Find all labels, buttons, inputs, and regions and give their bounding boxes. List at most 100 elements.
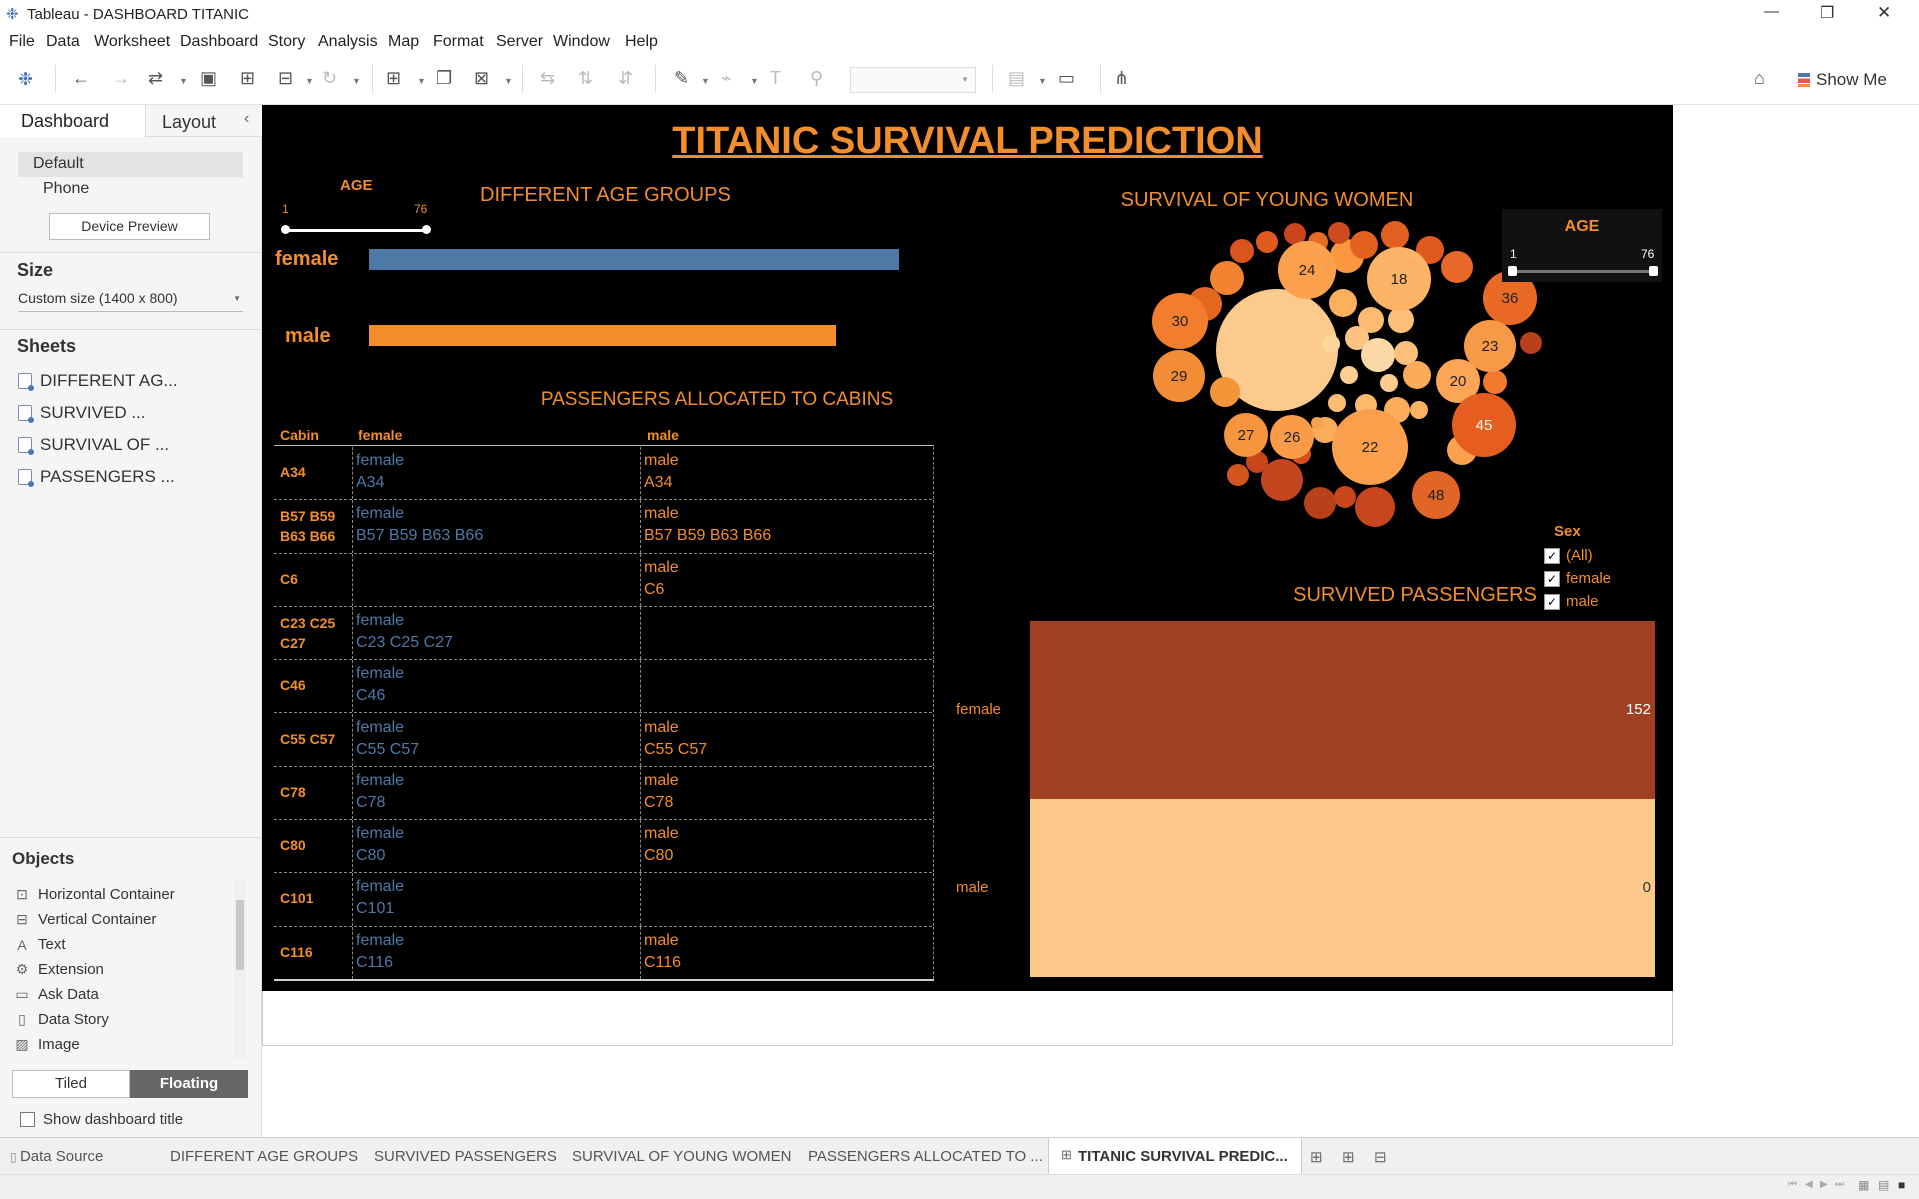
bubble[interactable] (1210, 377, 1240, 407)
cell-male[interactable]: male C55 C57 (644, 717, 707, 761)
survived-bar-female[interactable] (1030, 621, 1655, 799)
clear-dropdown-icon[interactable]: ▼ (504, 76, 513, 86)
new-dashboard-tab-icon[interactable]: ⊞ (1342, 1148, 1355, 1166)
pause-updates-icon[interactable]: ⊟ (278, 68, 293, 88)
survived-bar-male[interactable] (1030, 799, 1655, 977)
bubble[interactable] (1230, 239, 1254, 263)
bubble[interactable] (1410, 401, 1428, 419)
bubble[interactable] (1256, 231, 1278, 253)
sheet-item[interactable]: PASSENGERS ... (18, 467, 175, 487)
menu-help[interactable]: Help (625, 33, 658, 51)
menu-worksheet[interactable]: Worksheet (94, 33, 170, 51)
menu-window[interactable]: Window (553, 33, 610, 51)
highlight-dropdown-icon[interactable]: ▼ (701, 76, 710, 86)
clear-sheet-icon[interactable]: ⊠ (474, 68, 489, 88)
sort-descending-icon[interactable]: ⇵ (618, 68, 633, 88)
bubble[interactable] (1261, 459, 1303, 501)
age-slider-track[interactable] (285, 229, 426, 232)
next-page-icon[interactable]: ▶ (1820, 1179, 1828, 1190)
object-item[interactable]: A Text (14, 936, 65, 953)
bubble[interactable] (1350, 231, 1378, 259)
device-preview-button[interactable]: Device Preview (49, 213, 210, 240)
bubble[interactable] (1361, 338, 1395, 372)
floating-button[interactable]: Floating (130, 1070, 248, 1098)
menu-dashboard[interactable]: Dashboard (180, 33, 258, 51)
size-dropdown[interactable]: Custom size (1400 x 800) ▼ (18, 287, 243, 312)
object-item[interactable]: ⊡ Horizontal Container (14, 886, 175, 903)
group-dropdown-icon[interactable]: ▼ (750, 76, 759, 86)
duplicate-icon[interactable]: ❐ (436, 68, 452, 88)
bar-male[interactable] (369, 325, 837, 346)
bubble[interactable] (1328, 394, 1346, 412)
age-slider-min-handle[interactable] (281, 225, 290, 234)
grid-view-icon[interactable]: ▦ (1858, 1178, 1869, 1192)
bubble[interactable] (1329, 289, 1357, 317)
highlight-icon[interactable]: ✎ (674, 68, 689, 88)
show-cards-icon[interactable]: ▤ (1008, 68, 1025, 88)
objects-scrollbar[interactable] (234, 880, 246, 1060)
bar-female[interactable] (369, 249, 900, 270)
cell-male[interactable]: male C6 (644, 557, 679, 601)
bubble[interactable] (1340, 366, 1358, 384)
age-slider-max-handle[interactable] (1649, 266, 1658, 276)
cell-female[interactable]: female C116 (356, 930, 404, 974)
menu-story[interactable]: Story (268, 33, 305, 51)
filmstrip-view-icon[interactable]: ▤ (1878, 1178, 1889, 1192)
menu-server[interactable]: Server (496, 33, 543, 51)
object-item[interactable]: ⚙ Extension (14, 961, 104, 978)
object-item[interactable]: ▯ Data Story (14, 1011, 109, 1028)
refresh-dropdown-icon[interactable]: ▼ (352, 76, 361, 86)
show-me-button[interactable]: Show Me (1798, 67, 1887, 93)
bubble[interactable]: 29 (1153, 350, 1205, 402)
bubble[interactable] (1520, 332, 1542, 354)
cell-male[interactable]: male C80 (644, 823, 679, 867)
cell-female[interactable]: female A34 (356, 450, 404, 494)
tab-passengers-allocated[interactable]: PASSENGERS ALLOCATED TO ... (808, 1148, 1043, 1165)
tab-dashboard[interactable]: Dashboard (0, 105, 146, 137)
minimize-button[interactable]: — (1764, 3, 1779, 20)
cell-female[interactable]: female C80 (356, 823, 404, 867)
cell-male[interactable]: male C116 (644, 930, 681, 974)
cell-female[interactable]: female C23 C25 C27 (356, 610, 453, 654)
show-dashboard-title-checkbox[interactable]: Show dashboard title (20, 1111, 183, 1128)
menu-format[interactable]: Format (433, 33, 484, 51)
format-painter-icon[interactable]: ⌂ (1754, 68, 1765, 88)
show-cards-dropdown-icon[interactable]: ▼ (1038, 76, 1047, 86)
bubble[interactable] (1334, 486, 1356, 508)
redo-icon[interactable]: → (112, 68, 130, 88)
bubble[interactable]: 26 (1270, 415, 1314, 459)
cell-male[interactable]: male A34 (644, 450, 679, 494)
cell-male[interactable]: male C78 (644, 770, 679, 814)
bubble[interactable] (1328, 222, 1350, 244)
fit-dropdown[interactable]: ▼ (850, 67, 976, 93)
undo-icon[interactable]: ← (72, 68, 90, 88)
tiled-button[interactable]: Tiled (12, 1070, 130, 1098)
object-item[interactable]: ▨ Image (14, 1036, 79, 1053)
refresh-icon[interactable]: ↻ (322, 68, 337, 88)
new-data-source-icon[interactable]: ⊞ (240, 68, 255, 88)
collapse-panel-icon[interactable]: ‹ (244, 110, 249, 128)
sheet-item[interactable]: SURVIVED ... (18, 403, 146, 423)
pause-dropdown-icon[interactable]: ▼ (305, 76, 314, 86)
cell-female[interactable]: female C46 (356, 663, 404, 707)
bubble[interactable] (1311, 417, 1323, 429)
cell-female[interactable]: female C101 (356, 876, 404, 920)
prev-page-icon[interactable]: ◀ (1805, 1179, 1813, 1190)
bubble[interactable] (1483, 370, 1507, 394)
new-worksheet-dropdown-icon[interactable]: ▼ (417, 76, 426, 86)
age-slider-max-handle[interactable] (422, 225, 431, 234)
bubble[interactable] (1403, 361, 1431, 389)
sex-filter-all[interactable]: ✓ (All) (1544, 547, 1593, 565)
last-page-icon[interactable]: ⏭ (1835, 1179, 1844, 1190)
object-item[interactable]: ⊟ Vertical Container (14, 911, 156, 928)
bubble[interactable]: 30 (1152, 293, 1208, 349)
tableau-home-icon[interactable]: ❉ (18, 69, 33, 89)
swap-icon[interactable]: ⇆ (540, 68, 555, 88)
cell-female[interactable]: female C78 (356, 770, 404, 814)
age-slider-min-handle[interactable] (1508, 266, 1517, 276)
cell-female[interactable]: female B57 B59 B63 B66 (356, 503, 483, 547)
presentation-mode-icon[interactable]: ▭ (1058, 68, 1075, 88)
object-item[interactable]: ▭ Ask Data (14, 986, 98, 1003)
new-worksheet-tab-icon[interactable]: ⊞ (1310, 1148, 1323, 1166)
bubble[interactable]: 48 (1412, 471, 1460, 519)
